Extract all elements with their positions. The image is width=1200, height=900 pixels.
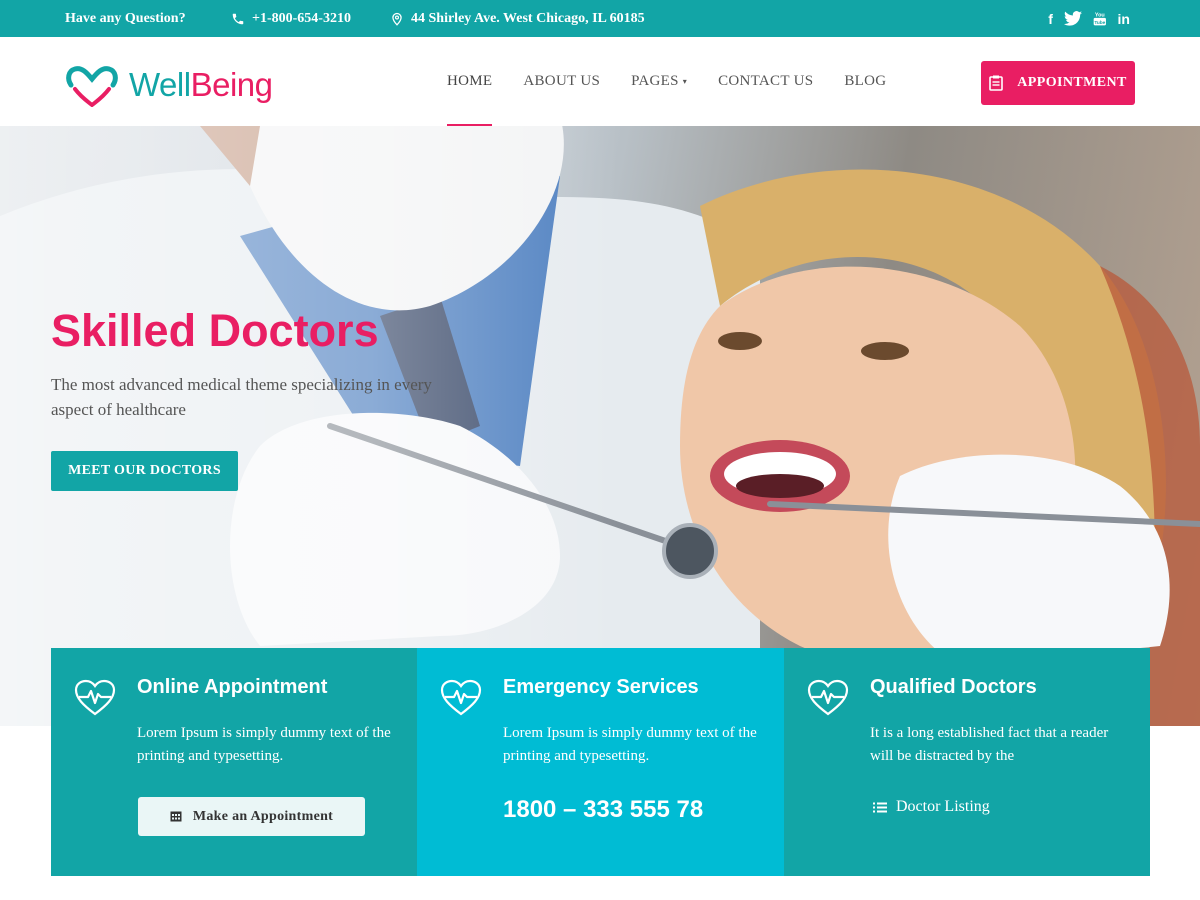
emergency-phone[interactable]: 1800 – 333 555 78 bbox=[503, 796, 703, 824]
make-appointment-button[interactable]: Make an Appointment bbox=[138, 797, 365, 836]
appointment-button[interactable]: APPOINTMENT bbox=[981, 61, 1135, 105]
make-appointment-label: Make an Appointment bbox=[192, 808, 334, 824]
logo-well: Well bbox=[129, 66, 191, 103]
nav-pages-label: PAGES bbox=[631, 73, 679, 89]
hero-subtitle: The most advanced medical theme speciali… bbox=[51, 375, 432, 419]
feature-emergency-services: Emergency Services Lorem Ipsum is simply… bbox=[417, 648, 784, 876]
doctor-listing-link[interactable]: Doctor Listing bbox=[873, 798, 990, 816]
youtube-icon[interactable]: Tube You bbox=[1093, 11, 1107, 27]
top-bar: Have any Question? +1-800-654-3210 44 Sh… bbox=[0, 0, 1200, 37]
feature-title: Qualified Doctors bbox=[870, 676, 1037, 698]
feature-online-appointment: Online Appointment Lorem Ipsum is simply… bbox=[51, 648, 417, 876]
address-info: 44 Shirley Ave. West Chicago, IL 60185 bbox=[390, 0, 645, 37]
address-text: 44 Shirley Ave. West Chicago, IL 60185 bbox=[411, 11, 645, 26]
nav-home-label: HOME bbox=[447, 73, 493, 89]
hero-title: Skilled Doctors bbox=[51, 305, 379, 356]
nav-about-label: ABOUT US bbox=[523, 73, 601, 89]
heartbeat-icon bbox=[807, 679, 849, 716]
facebook-icon[interactable]: f bbox=[1048, 11, 1053, 27]
social-links: f Tube You in bbox=[1048, 0, 1130, 37]
nav-about-us[interactable]: ABOUT US bbox=[523, 37, 600, 126]
svg-text:You: You bbox=[1095, 12, 1105, 18]
feature-text: Lorem Ipsum is simply dummy text of the … bbox=[137, 725, 391, 764]
feature-qualified-doctors: Qualified Doctors It is a long establish… bbox=[784, 648, 1150, 876]
nav-home[interactable]: HOME bbox=[447, 37, 493, 126]
linkedin-icon[interactable]: in bbox=[1118, 11, 1130, 27]
list-icon bbox=[873, 802, 887, 812]
chevron-down-icon: ▾ bbox=[682, 77, 688, 87]
nav-blog[interactable]: BLOG bbox=[844, 37, 886, 126]
clipboard-icon bbox=[989, 75, 1004, 91]
svg-text:Tube: Tube bbox=[1094, 20, 1105, 26]
heartbeat-icon bbox=[74, 679, 116, 716]
phone-icon bbox=[232, 13, 244, 24]
nav-pages[interactable]: PAGES ▾ bbox=[631, 37, 687, 126]
feature-text: Lorem Ipsum is simply dummy text of the … bbox=[503, 725, 757, 764]
twitter-icon[interactable] bbox=[1063, 11, 1082, 27]
feature-title: Emergency Services bbox=[503, 676, 699, 698]
main-nav: HOME ABOUT US PAGES ▾ CONTACT US BLOG bbox=[447, 37, 886, 126]
meet-our-doctors-button[interactable]: MEET OUR DOCTORS bbox=[51, 451, 238, 491]
hero-banner: Skilled Doctors The most advanced medica… bbox=[0, 126, 1200, 726]
nav-contact-label: CONTACT US bbox=[718, 73, 814, 89]
appointment-label: APPOINTMENT bbox=[1017, 75, 1127, 90]
question-text: Have any Question? bbox=[65, 11, 186, 26]
calendar-icon bbox=[170, 811, 182, 822]
feature-boxes: Online Appointment Lorem Ipsum is simply… bbox=[51, 648, 1150, 876]
phone-number: +1-800-654-3210 bbox=[252, 11, 351, 26]
site-header: WellBeing HOME ABOUT US PAGES ▾ CONTACT U… bbox=[0, 37, 1200, 126]
logo-being: Being bbox=[190, 66, 273, 103]
logo-text: WellBeing bbox=[129, 66, 273, 104]
nav-blog-label: BLOG bbox=[844, 73, 887, 89]
feature-text: It is a long established fact that a rea… bbox=[870, 725, 1109, 764]
feature-title: Online Appointment bbox=[137, 676, 328, 698]
heart-logo-icon bbox=[66, 66, 118, 107]
doctor-listing-label: Doctor Listing bbox=[896, 798, 990, 815]
logo[interactable]: WellBeing bbox=[65, 63, 273, 107]
phone-info[interactable]: +1-800-654-3210 bbox=[231, 0, 351, 37]
nav-contact-us[interactable]: CONTACT US bbox=[718, 37, 813, 126]
hero-overlay bbox=[0, 126, 620, 726]
map-pin-icon bbox=[392, 12, 402, 26]
heartbeat-icon bbox=[440, 679, 482, 716]
